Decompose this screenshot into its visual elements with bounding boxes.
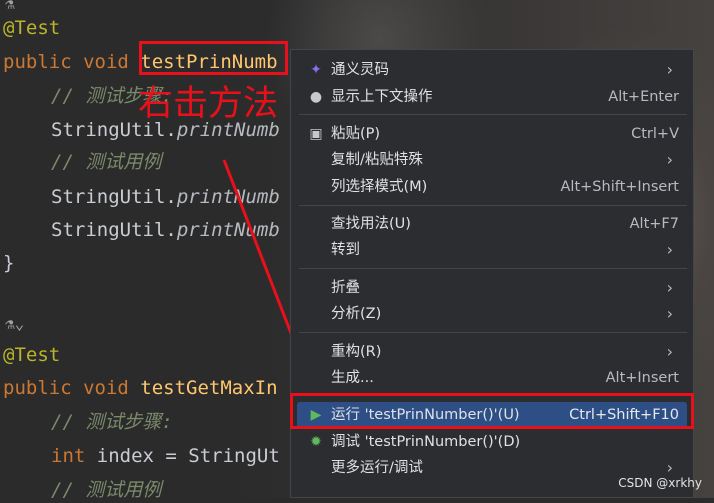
menu-item-analyze[interactable]: 分析(Z) › xyxy=(297,301,687,327)
chevron-right-icon: › xyxy=(666,60,673,79)
menu-separator xyxy=(299,114,687,115)
menu-item-show-context-actions[interactable]: ● 显示上下文操作 Alt+Enter xyxy=(297,84,687,110)
menu-item-debug-test[interactable]: ✹ 调试 'testPrinNumber()'(D) xyxy=(297,429,687,455)
menu-item-paste[interactable]: ▣ 粘贴(P) Ctrl+V xyxy=(297,121,687,147)
context-menu: ✦ 通义灵码 › ● 显示上下文操作 Alt+Enter ▣ 粘贴(P) Ctrl+V… xyxy=(290,49,694,498)
menu-item-refactor[interactable]: 重构(R) › xyxy=(297,339,687,365)
debug-icon: ✹ xyxy=(310,434,322,450)
run-highlight-box xyxy=(290,393,694,429)
clipboard-icon: ▣ xyxy=(309,126,323,142)
menu-item-fold[interactable]: 折叠 › xyxy=(297,275,687,301)
menu-item-generate[interactable]: 生成... Alt+Insert xyxy=(297,365,687,391)
menu-item-tongyi-lingma[interactable]: ✦ 通义灵码 › xyxy=(297,57,687,83)
ai-assistant-icon: ✦ xyxy=(310,62,322,78)
bulb-icon: ● xyxy=(309,89,323,105)
chevron-right-icon: › xyxy=(666,278,673,297)
menu-item-goto[interactable]: 转到 › xyxy=(297,237,687,263)
menu-separator xyxy=(299,332,687,333)
menu-separator xyxy=(299,268,687,269)
watermark: CSDN @xrkhy xyxy=(618,476,702,490)
menu-item-find-usages[interactable]: 查找用法(U) Alt+F7 xyxy=(297,211,687,237)
chevron-right-icon: › xyxy=(666,342,673,361)
menu-item-column-selection[interactable]: 列选择模式(M) Alt+Shift+Insert xyxy=(297,174,687,200)
chevron-right-icon: › xyxy=(666,304,673,323)
menu-separator xyxy=(299,205,687,206)
chevron-right-icon: › xyxy=(666,240,673,259)
menu-item-copy-paste-special[interactable]: 复制/粘贴特殊 › xyxy=(297,147,687,173)
chevron-right-icon: › xyxy=(666,150,673,169)
